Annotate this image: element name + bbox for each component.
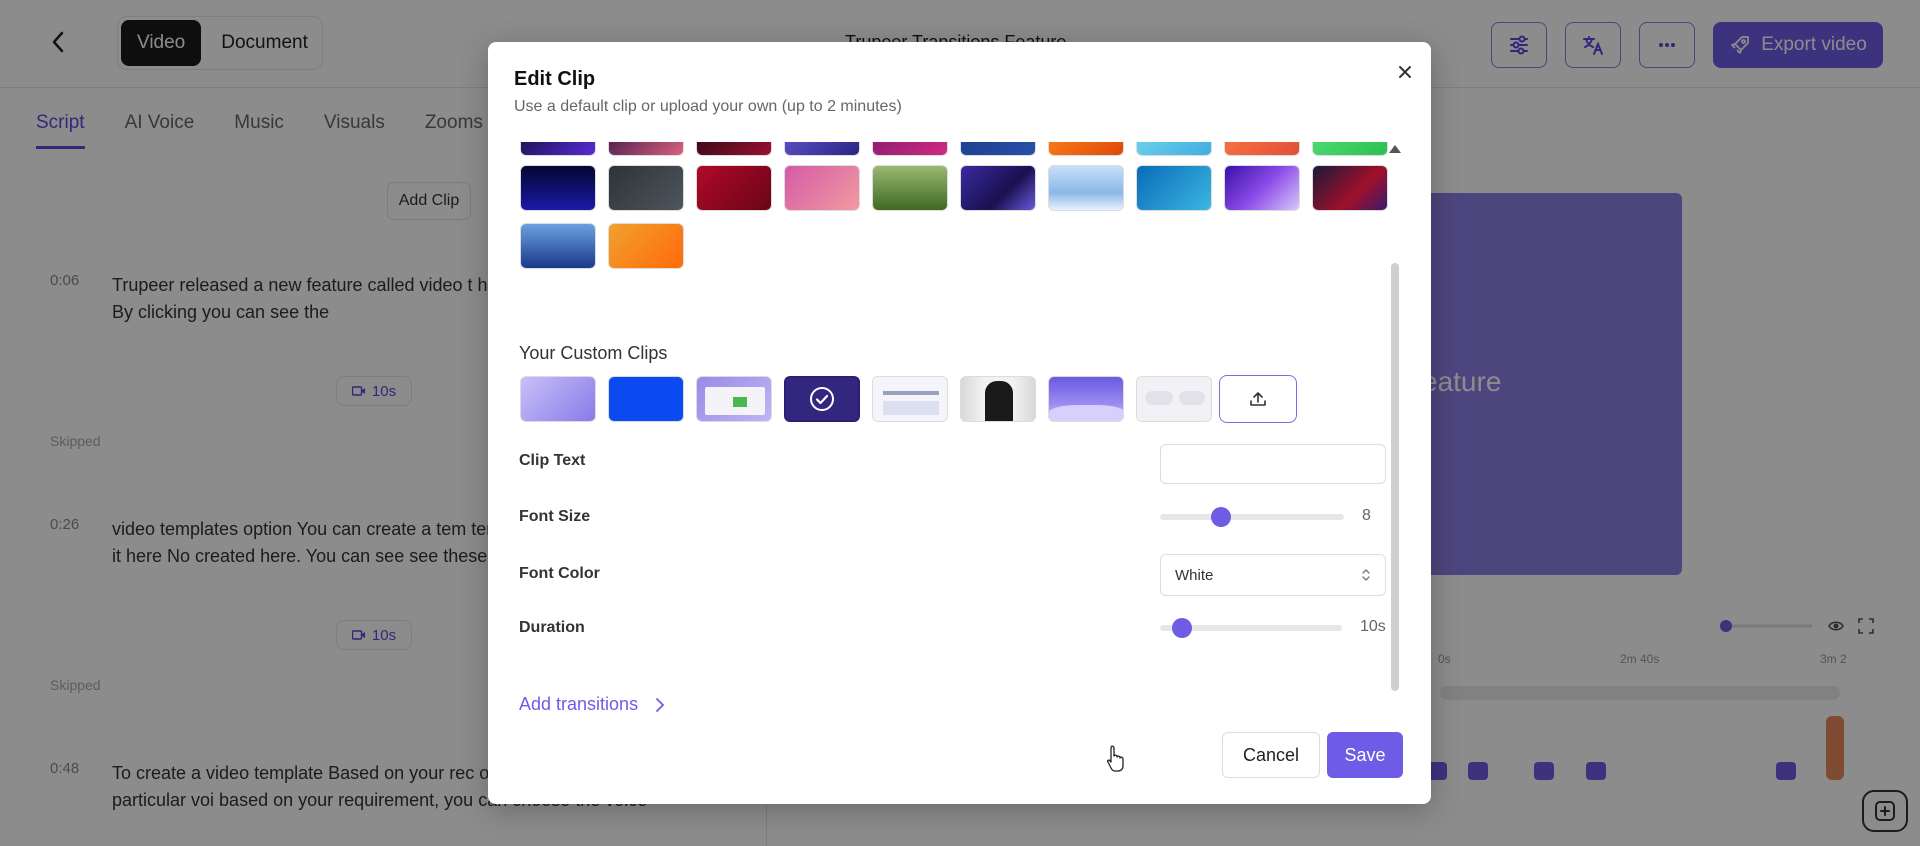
default-clip-thumbnail[interactable] xyxy=(1048,142,1124,156)
font-color-label: Font Color xyxy=(519,565,600,582)
check-circle-icon xyxy=(810,387,834,411)
default-clip-thumbnail[interactable] xyxy=(1136,142,1212,156)
default-clip-thumbnail[interactable] xyxy=(1048,165,1124,211)
default-clip-thumbnail[interactable] xyxy=(520,142,596,156)
edit-clip-modal: Edit Clip Use a default clip or upload y… xyxy=(488,42,1431,804)
custom-clip-thumbnail[interactable] xyxy=(872,376,948,422)
close-icon[interactable] xyxy=(1393,60,1417,84)
clip-text-label: Clip Text xyxy=(519,452,586,469)
default-clip-thumbnail[interactable] xyxy=(608,165,684,211)
cancel-button[interactable]: Cancel xyxy=(1222,732,1320,778)
custom-clip-thumbnail[interactable] xyxy=(1136,376,1212,422)
default-clip-thumbnail[interactable] xyxy=(960,165,1036,211)
chevron-right-icon xyxy=(656,697,664,712)
clip-text-input[interactable] xyxy=(1160,444,1386,484)
default-clip-thumbnail[interactable] xyxy=(608,142,684,156)
default-clip-thumbnail[interactable] xyxy=(784,142,860,156)
font-color-value: White xyxy=(1175,566,1214,584)
font-size-label: Font Size xyxy=(519,508,591,525)
default-clip-thumbnail[interactable] xyxy=(872,142,948,156)
default-clip-thumbnail[interactable] xyxy=(784,165,860,211)
custom-clip-thumbnail[interactable] xyxy=(696,376,772,422)
default-clip-thumbnail[interactable] xyxy=(696,165,772,211)
custom-clip-thumbnail[interactable] xyxy=(608,376,684,422)
upload-clip-button[interactable] xyxy=(1219,375,1297,423)
custom-clip-thumbnail[interactable] xyxy=(520,376,596,422)
default-clip-thumbnail[interactable] xyxy=(1312,165,1388,211)
default-clip-thumbnail[interactable] xyxy=(520,223,596,269)
duration-value: 10s xyxy=(1360,618,1386,635)
font-size-value: 8 xyxy=(1362,507,1371,524)
custom-clip-thumbnail[interactable] xyxy=(1048,376,1124,422)
custom-clip-thumbnail-selected[interactable] xyxy=(784,376,860,422)
modal-title: Edit Clip xyxy=(514,68,596,90)
font-size-slider-thumb[interactable] xyxy=(1210,507,1231,527)
default-clip-thumbnail[interactable] xyxy=(520,165,596,211)
font-color-select[interactable]: White xyxy=(1160,554,1386,596)
vertical-scrollbar[interactable] xyxy=(1389,145,1401,751)
custom-clip-thumbnail[interactable] xyxy=(960,376,1036,422)
default-clip-thumbnail[interactable] xyxy=(1224,142,1300,156)
default-clip-thumbnail[interactable] xyxy=(872,165,948,211)
scrollbar-thumb[interactable] xyxy=(1391,263,1399,691)
clip-options-scroll-area[interactable]: Your Custom Clips Clip Text Font Size 8 … xyxy=(488,142,1431,758)
chevron-up-down-icon xyxy=(1362,569,1370,581)
scroll-up-arrow-icon[interactable] xyxy=(1389,145,1401,153)
duration-slider-thumb[interactable] xyxy=(1171,618,1192,638)
default-clip-thumbnail[interactable] xyxy=(1224,165,1300,211)
default-clip-thumbnail[interactable] xyxy=(696,142,772,156)
add-transitions-label: Add transitions xyxy=(519,694,639,714)
default-clip-thumbnail[interactable] xyxy=(1136,165,1212,211)
hand-cursor-icon xyxy=(1106,745,1124,772)
upload-icon xyxy=(1250,392,1266,406)
modal-subtitle: Use a default clip or upload your own (u… xyxy=(514,98,902,115)
selected-overlay xyxy=(786,378,858,420)
duration-label: Duration xyxy=(519,619,585,636)
default-clip-thumbnail[interactable] xyxy=(960,142,1036,156)
add-transitions-link[interactable]: Add transitions xyxy=(519,694,664,715)
default-clip-thumbnail[interactable] xyxy=(1312,142,1388,156)
font-size-slider[interactable] xyxy=(1160,514,1344,520)
save-button[interactable]: Save xyxy=(1327,732,1403,778)
custom-clips-heading: Your Custom Clips xyxy=(519,343,668,363)
default-clip-thumbnail[interactable] xyxy=(608,223,684,269)
